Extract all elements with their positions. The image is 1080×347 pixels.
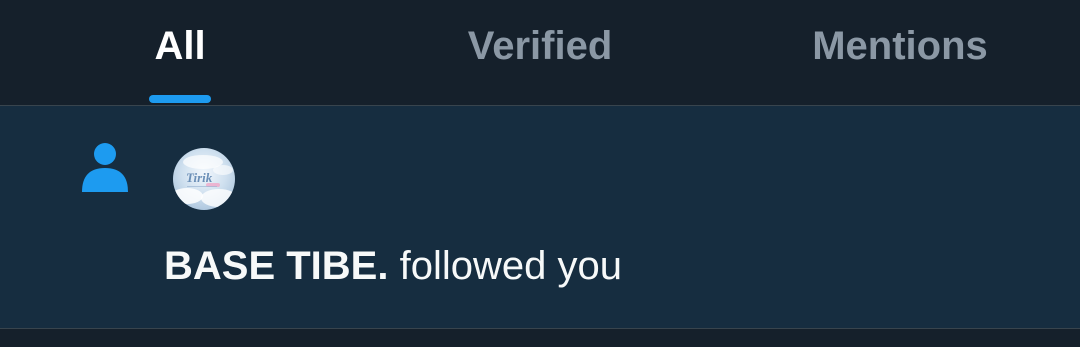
avatar-text: Tirik	[186, 170, 213, 185]
tab-all-label: All	[154, 24, 206, 68]
tab-verified[interactable]: Verified	[420, 0, 660, 105]
tab-verified-label: Verified	[467, 24, 613, 68]
notification-action: followed you	[388, 244, 622, 288]
avatar[interactable]: Tirik	[173, 148, 235, 210]
notification-tabs: All Verified Mentions	[0, 0, 1080, 105]
user-name-link[interactable]: BASE TIBE.	[164, 244, 388, 288]
follow-notification[interactable]: Tirik BASE TIBE. followed you	[0, 106, 1080, 328]
notification-text: BASE TIBE. followed you	[164, 242, 622, 290]
tab-mentions[interactable]: Mentions	[770, 0, 1030, 105]
active-tab-indicator	[149, 95, 211, 103]
next-item-area	[0, 329, 1080, 347]
tab-mentions-label: Mentions	[812, 24, 988, 68]
tab-all[interactable]: All	[100, 0, 260, 105]
person-icon	[80, 142, 130, 194]
